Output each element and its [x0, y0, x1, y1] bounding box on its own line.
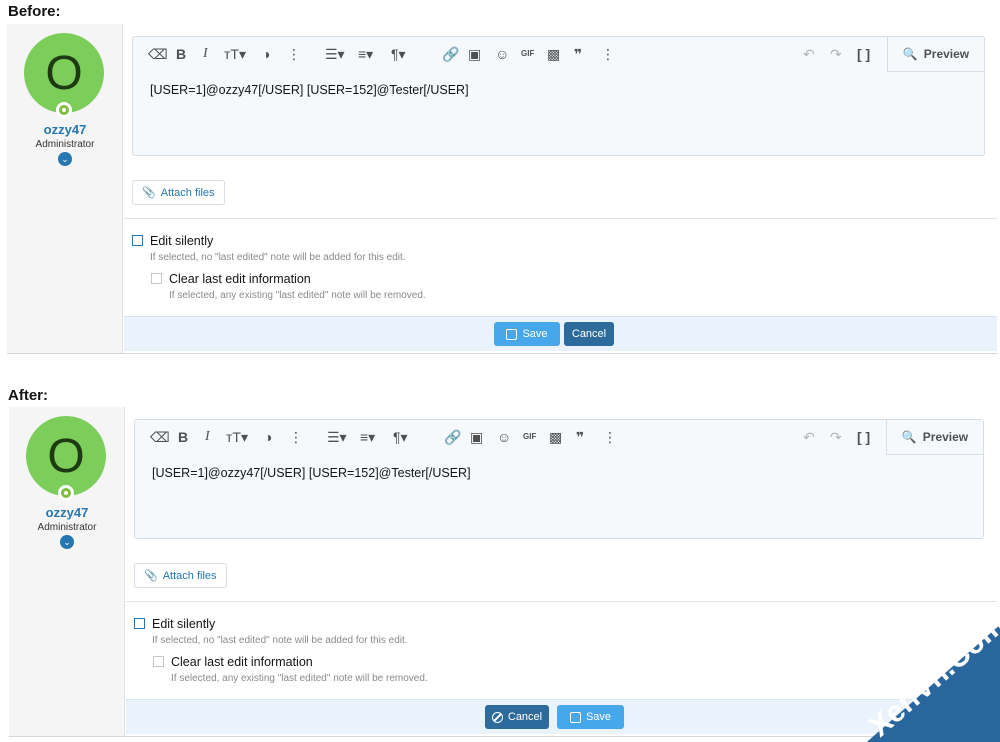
bold-icon[interactable]: B: [176, 45, 186, 63]
clear-edit-checkbox[interactable]: [151, 273, 162, 284]
gif-icon[interactable]: GIF: [523, 428, 536, 446]
user-title: Administrator: [37, 522, 97, 533]
rich-text-editor[interactable]: ⌫ B I тТ▾ ◑ ⋮ ☰▾ ≡▾ ¶▾ 🔗 ▣ ☺ GIF ▩ ❞ ⋮ ↶…: [132, 36, 985, 156]
preview-button[interactable]: 🔍 Preview: [887, 37, 984, 72]
bold-icon[interactable]: B: [178, 428, 188, 446]
image-icon[interactable]: ▣: [468, 45, 481, 63]
color-palette-icon[interactable]: ◑: [264, 428, 272, 446]
rich-text-editor[interactable]: ⌫ B I тТ▾ ◑ ⋮ ☰▾ ≡▾ ¶▾ 🔗 ▣ ☺ GIF ▩ ❞ ⋮ ↶…: [134, 419, 984, 539]
quote-icon[interactable]: ❞: [574, 45, 582, 63]
clear-edit-checkbox[interactable]: [153, 656, 164, 667]
form-footer: Cancel Save: [126, 699, 997, 734]
align-icon[interactable]: ≡▾: [360, 428, 375, 446]
user-column: O ozzy47 Administrator ⌄: [9, 407, 125, 736]
before-panel: O ozzy47 Administrator ⌄ ⌫ B I тТ▾ ◑ ⋮ ☰…: [7, 24, 997, 354]
italic-icon[interactable]: I: [205, 428, 210, 446]
before-heading: Before:: [8, 3, 61, 20]
edit-silently-checkbox[interactable]: [134, 618, 145, 629]
clear-edit-label: Clear last edit information: [171, 655, 313, 669]
undo-icon[interactable]: ↶: [803, 428, 815, 446]
divider: [124, 218, 997, 219]
attach-files-label: Attach files: [160, 186, 215, 199]
save-icon: [569, 711, 581, 723]
redo-icon[interactable]: ↷: [830, 45, 842, 63]
attach-files-button[interactable]: 📎 Attach files: [134, 563, 227, 588]
cancel-label: Cancel: [571, 328, 607, 340]
more-options-icon[interactable]: ⋮: [287, 45, 301, 63]
paperclip-icon: 📎: [142, 187, 156, 199]
preview-label: Preview: [923, 47, 970, 61]
save-label: Save: [585, 711, 612, 723]
more-insert-icon[interactable]: ⋮: [601, 45, 615, 63]
edit-silently-hint: If selected, no "last edited" note will …: [150, 252, 406, 263]
after-panel: O ozzy47 Administrator ⌄ ⌫ B I тТ▾ ◑ ⋮ ☰…: [9, 407, 997, 737]
link-icon[interactable]: 🔗: [444, 428, 461, 446]
cancel-button[interactable]: Cancel: [564, 322, 614, 346]
gif-icon[interactable]: GIF: [521, 45, 534, 63]
divider: [126, 601, 997, 602]
preview-label: Preview: [922, 430, 969, 444]
undo-icon[interactable]: ↶: [803, 45, 815, 63]
attach-files-label: Attach files: [162, 569, 217, 582]
cancel-button[interactable]: Cancel: [485, 705, 549, 729]
link-icon[interactable]: 🔗: [442, 45, 459, 63]
online-status-icon: [56, 102, 72, 118]
align-icon[interactable]: ≡▾: [358, 45, 373, 63]
expand-chevron-icon[interactable]: ⌄: [58, 152, 72, 166]
editor-toolbar: ⌫ B I тТ▾ ◑ ⋮ ☰▾ ≡▾ ¶▾ 🔗 ▣ ☺ GIF ▩ ❞ ⋮ ↶…: [135, 420, 983, 455]
eraser-icon[interactable]: ⌫: [150, 428, 170, 446]
user-column: O ozzy47 Administrator ⌄: [7, 24, 123, 353]
preview-icon: 🔍: [901, 430, 917, 444]
more-insert-icon[interactable]: ⋮: [603, 428, 617, 446]
quote-icon[interactable]: ❞: [576, 428, 584, 446]
editor-content[interactable]: [USER=1]@ozzy47[/USER] [USER=152]@Tester…: [150, 83, 469, 97]
save-label: Save: [522, 328, 548, 340]
clear-edit-label: Clear last edit information: [169, 272, 311, 286]
online-status-icon: [58, 485, 74, 501]
save-icon: [506, 328, 518, 340]
eraser-icon[interactable]: ⌫: [148, 45, 168, 63]
attach-files-button[interactable]: 📎 Attach files: [132, 180, 225, 205]
paragraph-icon[interactable]: ¶▾: [391, 45, 406, 63]
color-palette-icon[interactable]: ◑: [262, 45, 270, 63]
paragraph-icon[interactable]: ¶▾: [393, 428, 408, 446]
edit-silently-label: Edit silently: [150, 234, 214, 248]
save-button[interactable]: Save: [494, 322, 560, 346]
redo-icon[interactable]: ↷: [830, 428, 842, 446]
form-footer: Save Cancel: [124, 316, 997, 351]
avatar[interactable]: O: [26, 416, 106, 496]
smilie-icon[interactable]: ☺: [495, 45, 509, 63]
avatar[interactable]: O: [24, 33, 104, 113]
cancel-label: Cancel: [507, 711, 543, 723]
preview-icon: 🔍: [902, 47, 918, 61]
text-size-icon[interactable]: тТ▾: [226, 428, 248, 446]
bbcode-toggle-icon[interactable]: [ ]: [857, 45, 870, 63]
cancel-icon: [491, 711, 503, 723]
list-icon[interactable]: ☰▾: [325, 45, 345, 63]
preview-button[interactable]: 🔍 Preview: [886, 420, 983, 455]
bbcode-toggle-icon[interactable]: [ ]: [857, 428, 870, 446]
user-title: Administrator: [35, 139, 95, 150]
username-link[interactable]: ozzy47: [9, 505, 125, 520]
expand-chevron-icon[interactable]: ⌄: [60, 535, 74, 549]
save-button[interactable]: Save: [557, 705, 624, 729]
edit-silently-checkbox[interactable]: [132, 235, 143, 246]
editor-toolbar: ⌫ B I тТ▾ ◑ ⋮ ☰▾ ≡▾ ¶▾ 🔗 ▣ ☺ GIF ▩ ❞ ⋮ ↶…: [133, 37, 984, 72]
image-icon[interactable]: ▣: [470, 428, 483, 446]
clear-edit-hint: If selected, any existing "last edited" …: [171, 673, 428, 684]
editor-content[interactable]: [USER=1]@ozzy47[/USER] [USER=152]@Tester…: [152, 466, 471, 480]
edit-silently-hint: If selected, no "last edited" note will …: [152, 635, 408, 646]
paperclip-icon: 📎: [144, 570, 158, 582]
media-icon[interactable]: ▩: [547, 45, 560, 63]
italic-icon[interactable]: I: [203, 45, 208, 63]
text-size-icon[interactable]: тТ▾: [224, 45, 246, 63]
after-heading: After:: [8, 387, 48, 404]
clear-edit-hint: If selected, any existing "last edited" …: [169, 290, 426, 301]
more-options-icon[interactable]: ⋮: [289, 428, 303, 446]
username-link[interactable]: ozzy47: [7, 122, 123, 137]
media-icon[interactable]: ▩: [549, 428, 562, 446]
edit-silently-label: Edit silently: [152, 617, 216, 631]
list-icon[interactable]: ☰▾: [327, 428, 347, 446]
smilie-icon[interactable]: ☺: [497, 428, 511, 446]
